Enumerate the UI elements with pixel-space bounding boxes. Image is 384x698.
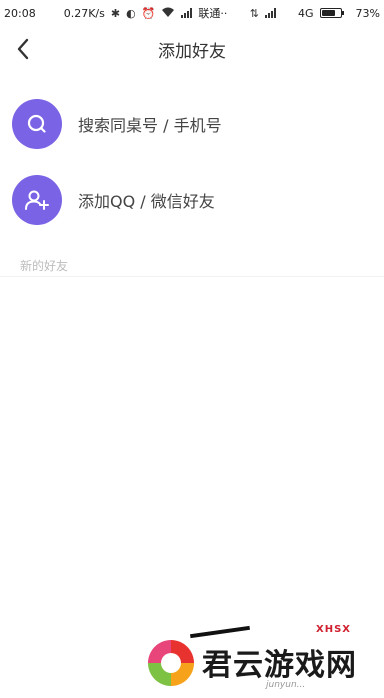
page-title: 添加好友 — [158, 41, 226, 62]
carrier-label: 联通·· — [198, 7, 228, 20]
signal-icon-1 — [181, 8, 193, 18]
toggle-icon: ◐ — [126, 6, 136, 20]
alarm-icon: ⏰ — [141, 6, 156, 20]
search-icon — [12, 99, 62, 149]
bluetooth-icon: ✱ — [110, 6, 121, 20]
wifi-icon — [161, 7, 175, 20]
watermark-brand: 君云游戏网 — [202, 648, 357, 683]
watermark: XHSX 君云游戏网 junyun... — [140, 622, 380, 692]
section-title-new-friends: 新的好友 — [20, 259, 69, 273]
chevron-left-icon — [17, 38, 29, 60]
network-speed: 0.27K/s — [63, 6, 105, 20]
back-button[interactable] — [8, 34, 38, 64]
battery-icon — [319, 8, 344, 18]
signal-icon-2 — [265, 8, 277, 18]
nav-bar: 添加好友 — [0, 26, 384, 72]
watermark-red-tag: XHSX — [316, 624, 351, 635]
data-transfer-icon: ⇅ — [249, 6, 260, 20]
status-time: 20:08 — [4, 6, 36, 20]
add-user-icon — [12, 175, 62, 225]
network-type: 4G — [298, 6, 314, 20]
section-divider — [0, 276, 384, 277]
add-friends-row-label: 添加QQ / 微信好友 — [78, 192, 215, 211]
status-right: ⇅ 4G 73% — [250, 7, 380, 20]
battery-fill — [321, 10, 335, 16]
watermark-sub: junyun... — [266, 680, 306, 690]
search-by-id-or-phone[interactable]: 搜索同桌号 / 手机号 — [12, 98, 372, 150]
status-left: 20:08 0.27K/s ✱ ◐ ⏰ 联通·· — [4, 5, 227, 21]
search-row-label: 搜索同桌号 / 手机号 — [78, 116, 222, 135]
battery-percent: 73% — [355, 6, 380, 20]
add-qq-wechat-friends[interactable]: 添加QQ / 微信好友 — [12, 174, 372, 226]
watermark-stroke — [190, 625, 250, 639]
status-bar: 20:08 0.27K/s ✱ ◐ ⏰ 联通·· ⇅ 4G 73% — [0, 0, 384, 26]
watermark-logo-icon — [148, 640, 194, 686]
